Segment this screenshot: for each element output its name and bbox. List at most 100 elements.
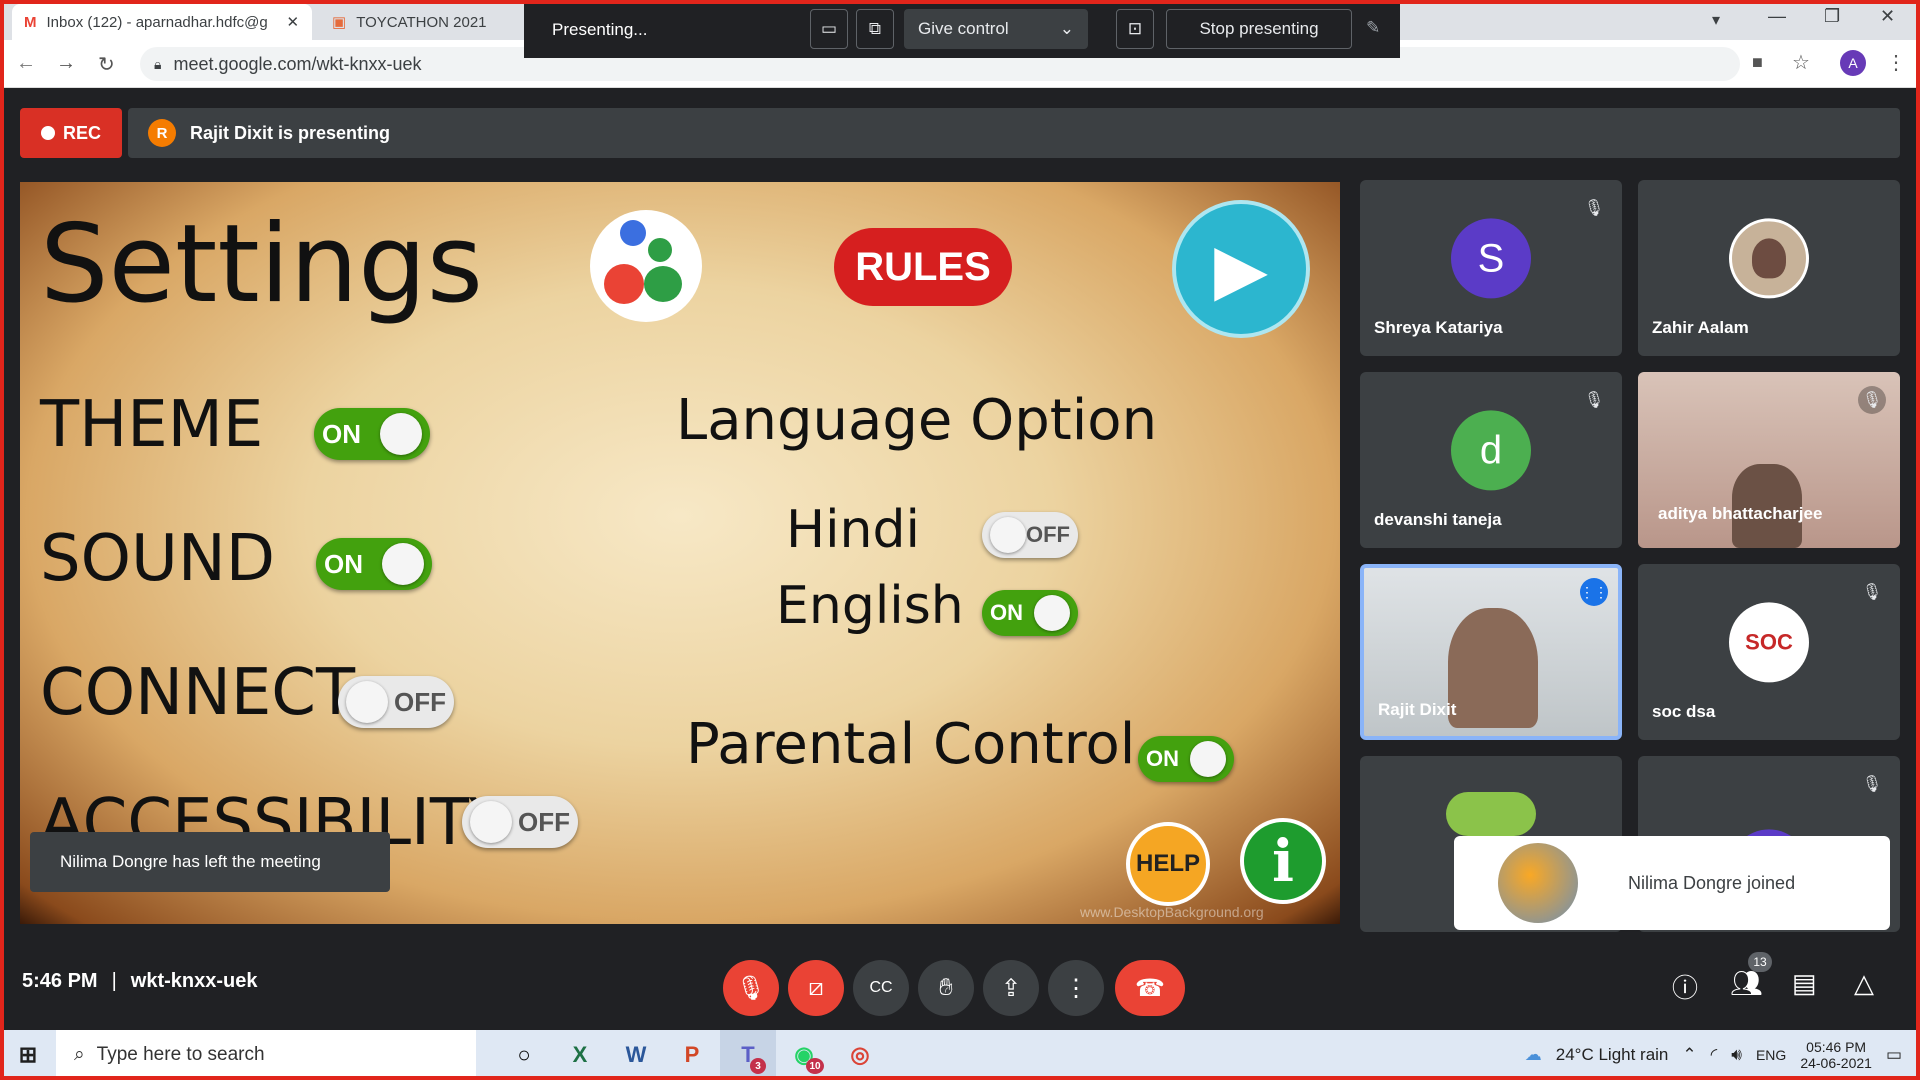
parental-toggle[interactable]: ON: [1138, 736, 1234, 782]
soc-logo: SOC: [1729, 602, 1809, 683]
presenting-bar: Presenting... ▭ ⧉ Give control ⌄ ⊡ Stop …: [524, 0, 1400, 58]
camera-off-icon: ⧄: [808, 974, 824, 1001]
joined-toast-text: Nilima Dongre joined: [1628, 872, 1796, 893]
participant-tile[interactable]: S 🎙︎ Shreya Katariya: [1360, 180, 1622, 356]
avatar: S: [1451, 218, 1531, 299]
avatar: [1729, 218, 1809, 299]
participant-tile[interactable]: 🎙︎ aditya bhattacharjee: [1638, 372, 1900, 548]
volume-icon[interactable]: 🔊︎: [1731, 1045, 1742, 1065]
sound-toggle[interactable]: ON: [316, 538, 432, 590]
photo-avatar-icon: [1752, 238, 1786, 279]
language-indicator[interactable]: ENG: [1756, 1047, 1786, 1063]
taskbar-search[interactable]: ⌕ Type here to search: [56, 1030, 476, 1080]
profile-avatar[interactable]: A: [1840, 50, 1866, 76]
pin-icon[interactable]: ✎: [1366, 18, 1380, 38]
hindi-toggle[interactable]: OFF: [982, 512, 1078, 558]
presenter-text: Rajit Dixit is presenting: [190, 122, 391, 143]
toggle-state: OFF: [394, 686, 446, 717]
pip-icon[interactable]: ⧉: [856, 9, 894, 49]
network-icon[interactable]: ◜: [1711, 1045, 1718, 1065]
toggle-state: OFF: [518, 806, 570, 837]
slide-title: Settings: [40, 202, 483, 327]
mic-toggle-button[interactable]: 🎙︎: [723, 960, 779, 1016]
accessibility-toggle[interactable]: OFF: [462, 796, 578, 848]
activities-button[interactable]: △: [1854, 968, 1874, 999]
meeting-time: 5:46 PM: [22, 970, 98, 992]
tab-gmail[interactable]: M Inbox (122) - aparnadhar.hdfc@g ✕: [12, 4, 312, 40]
give-control-select[interactable]: Give control ⌄: [904, 9, 1088, 49]
fullscreen-icon[interactable]: ▭: [810, 9, 848, 49]
captions-button[interactable]: CC: [853, 960, 909, 1016]
star-icon[interactable]: ☆: [1792, 50, 1810, 75]
close-icon[interactable]: ✕: [287, 13, 300, 31]
teams-badge: 3: [750, 1058, 766, 1074]
more-options-button[interactable]: ⋮: [1048, 960, 1104, 1016]
theme-toggle[interactable]: ON: [314, 408, 430, 460]
notifications-icon[interactable]: ▭: [1886, 1045, 1902, 1065]
parental-label: Parental Control: [686, 712, 1136, 777]
tab-title: TOYCATHON 2021: [356, 13, 487, 31]
hangup-icon: ☎︎: [1135, 974, 1165, 1002]
hand-icon: ✋︎: [939, 974, 953, 1001]
window-close-icon[interactable]: ✕: [1880, 6, 1895, 27]
give-control-label: Give control: [918, 19, 1009, 38]
restore-icon[interactable]: ❐: [1824, 6, 1840, 27]
present-button[interactable]: ⇪: [983, 960, 1039, 1016]
mic-off-icon: 🎙︎: [1861, 584, 1883, 601]
participant-tile[interactable]: Zahir Aalam: [1638, 180, 1900, 356]
back-icon[interactable]: ←: [16, 52, 36, 75]
forward-icon[interactable]: →: [56, 52, 76, 75]
toycathon-icon: ▣: [332, 14, 347, 31]
info-icon[interactable]: i: [1240, 818, 1326, 904]
mic-off-icon: 🎙︎: [1583, 392, 1605, 409]
chevron-up-icon[interactable]: ⌃: [1682, 1045, 1696, 1065]
cortana-icon[interactable]: ○: [496, 1030, 552, 1080]
windows-start-icon[interactable]: ⊞: [0, 1030, 56, 1080]
people-icon[interactable]: [590, 210, 702, 322]
weather-text[interactable]: 24°C Light rain: [1556, 1045, 1669, 1065]
tab-search-icon[interactable]: ▾: [1712, 10, 1720, 30]
play-icon[interactable]: ▶: [1172, 200, 1310, 338]
camera-icon[interactable]: ■: [1752, 52, 1763, 73]
chat-button[interactable]: ▤: [1792, 968, 1817, 999]
whatsapp-badge: 10: [806, 1058, 824, 1074]
participant-name: Zahir Aalam: [1652, 318, 1749, 337]
clock[interactable]: 05:46 PM 24-06-2021: [1800, 1039, 1872, 1071]
info-button[interactable]: ⓘ: [1672, 968, 1698, 1005]
teams-icon[interactable]: T3: [720, 1030, 776, 1080]
english-toggle[interactable]: ON: [982, 590, 1078, 636]
search-placeholder: Type here to search: [96, 1044, 265, 1065]
powerpoint-icon[interactable]: P: [664, 1030, 720, 1080]
reload-icon[interactable]: ↻: [98, 52, 115, 77]
tab-toycathon[interactable]: ▣ TOYCATHON 2021: [320, 4, 520, 40]
raise-hand-button[interactable]: ✋︎: [918, 960, 974, 1016]
presenting-status: Presenting...: [552, 20, 648, 39]
connect-toggle[interactable]: OFF: [338, 676, 454, 728]
team-logo: [1446, 792, 1536, 836]
leave-call-button[interactable]: ☎︎: [1115, 960, 1185, 1016]
whatsapp-icon[interactable]: ◉ 10: [776, 1030, 832, 1080]
camera-toggle-button[interactable]: ⧄: [788, 960, 844, 1016]
cast-icon[interactable]: ⊡: [1116, 9, 1154, 49]
excel-icon[interactable]: X: [552, 1030, 608, 1080]
toggle-state: ON: [1146, 746, 1179, 771]
menu-icon[interactable]: ⋮: [1886, 50, 1906, 75]
stop-presenting-button[interactable]: Stop presenting: [1166, 9, 1352, 49]
word-icon[interactable]: W: [608, 1030, 664, 1080]
minimize-icon[interactable]: —: [1768, 6, 1786, 27]
participant-tile[interactable]: d 🎙︎ devanshi taneja: [1360, 372, 1622, 548]
hindi-label: Hindi: [786, 500, 920, 560]
rules-button[interactable]: RULES: [834, 228, 1012, 306]
people-button[interactable]: 👥︎ 13: [1730, 952, 1772, 999]
chrome-icon[interactable]: ◎: [832, 1030, 888, 1080]
help-button[interactable]: HELP: [1126, 822, 1210, 906]
lock-icon: 🔒︎: [154, 55, 162, 72]
search-icon: ⌕: [74, 1044, 85, 1065]
rec-badge[interactable]: REC: [20, 108, 122, 158]
connect-label: CONNECT: [40, 656, 356, 730]
sound-label: SOUND: [40, 522, 275, 596]
participant-tile[interactable]: SOC 🎙︎ soc dsa: [1638, 564, 1900, 740]
toggle-knob: [1190, 741, 1226, 777]
info-circle-icon: ⓘ: [1672, 973, 1699, 1003]
participant-tile-active[interactable]: ⋮⋮ Rajit Dixit: [1360, 564, 1622, 740]
